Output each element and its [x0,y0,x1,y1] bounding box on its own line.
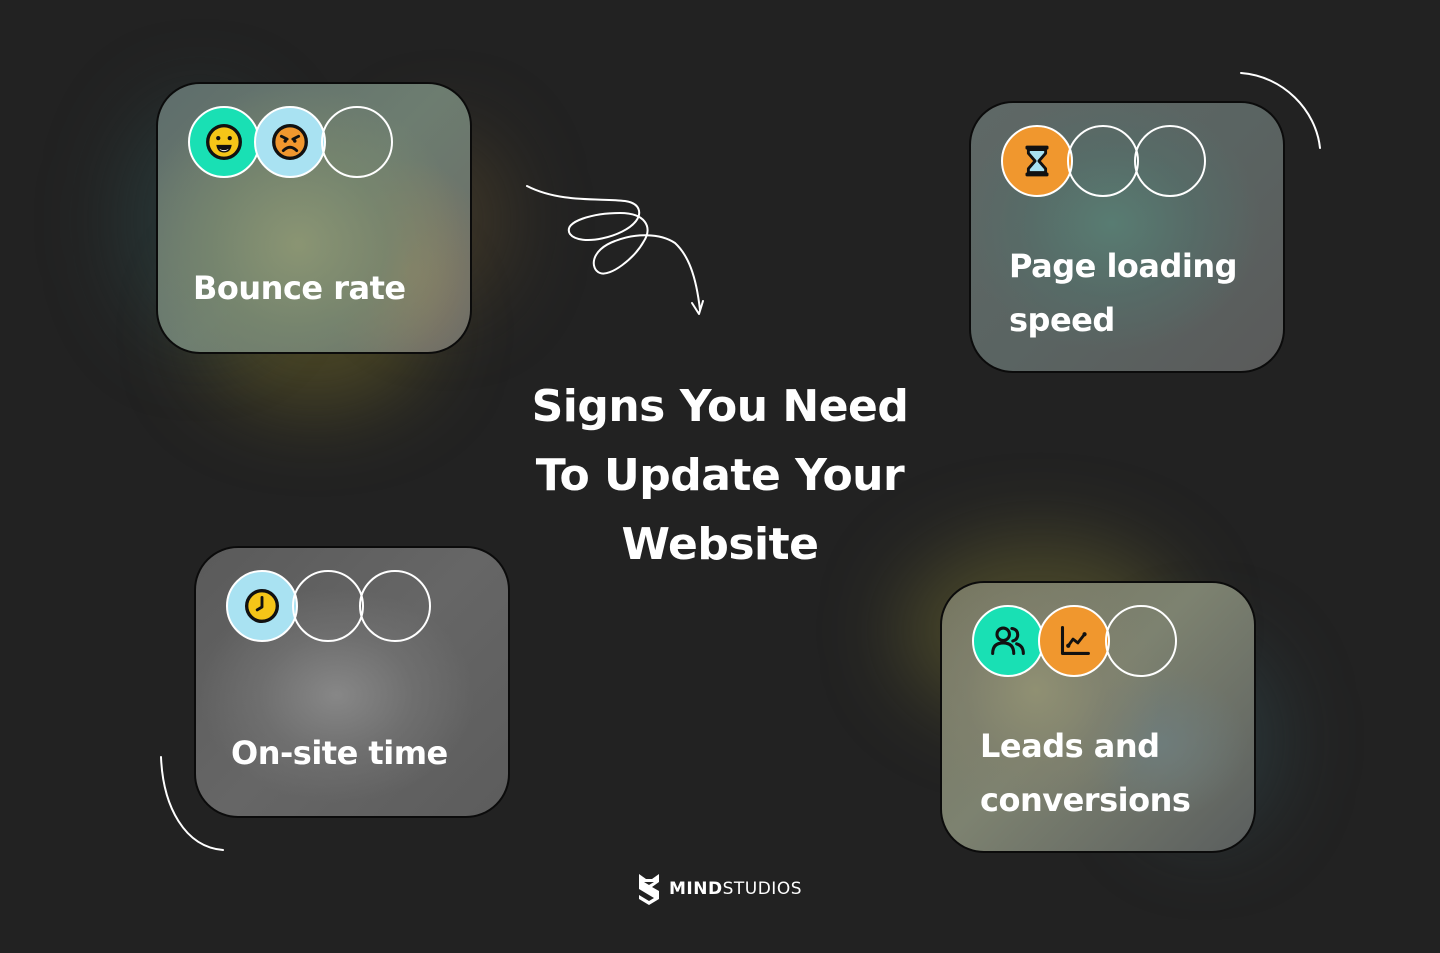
icon-circles [188,106,408,182]
icon-circle [254,106,326,178]
card-on-site-time: On-site time [194,546,510,818]
logo-text-light: STUDIOS [722,879,802,899]
logo-text-bold: MIND [669,879,723,899]
card-page-loading-speed: Page loading speed [969,101,1285,373]
infographic-canvas: Bounce rate Page loading speed On-site t… [0,0,1440,953]
empty-circle [1134,125,1206,197]
empty-circle [292,570,364,642]
card-bounce-rate: Bounce rate [156,82,472,354]
empty-circle [321,106,393,178]
card-label-line: conversions [980,781,1191,819]
empty-circle [1067,125,1139,197]
icon-circle [226,570,298,642]
headline-line: Website [621,519,819,570]
swirl-arrow-icon [526,185,704,315]
headline-line: Signs You Need [531,381,909,432]
icon-circle [1001,125,1073,197]
grinning-face-icon [206,124,242,160]
empty-circle [359,570,431,642]
headline: Signs You Need To Update Your Website [470,372,970,579]
card-label: Page loading speed [1009,239,1238,347]
icon-circles [972,605,1192,681]
card-label-line: speed [1009,301,1115,339]
card-label: On-site time [231,734,448,772]
icon-circle [972,605,1044,677]
clock-icon [244,588,280,624]
icon-circles [226,570,446,646]
card-label-line: Page loading [1009,247,1238,285]
card-label-line: Leads and [980,727,1160,765]
icon-circles [1001,125,1221,201]
users-icon [991,626,1025,655]
logo-wordmark: MIND STUDIOS [669,879,802,899]
mind-studios-logo: MIND STUDIOS [637,872,802,906]
icon-circle [1038,605,1110,677]
empty-circle [1105,605,1177,677]
mind-studios-logo-icon [639,874,659,905]
card-leads-and-conversions: Leads and conversions [940,581,1256,853]
headline-line: To Update Your [535,450,905,501]
line-chart-icon [1060,626,1090,655]
angry-face-icon [272,124,308,160]
card-label: Bounce rate [193,269,406,307]
card-label: Leads and conversions [980,719,1191,827]
icon-circle [188,106,260,178]
hourglass-icon [1025,145,1049,177]
